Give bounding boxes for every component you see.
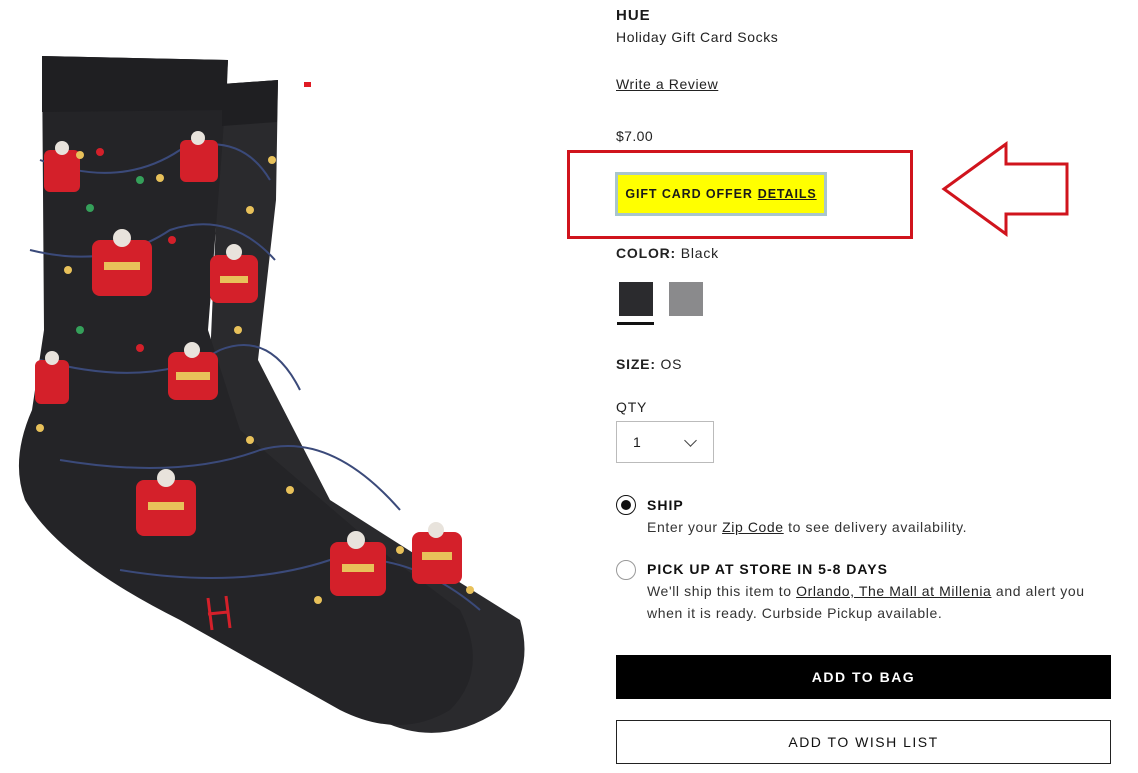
decorative-marker bbox=[304, 82, 311, 87]
swatch-black[interactable] bbox=[619, 282, 653, 316]
qty-label: QTY bbox=[616, 399, 648, 415]
product-image bbox=[18, 56, 525, 733]
write-review-link[interactable]: Write a Review bbox=[616, 76, 718, 92]
size-value: OS bbox=[660, 356, 683, 372]
swatch-gray[interactable] bbox=[669, 282, 703, 316]
add-to-bag-button[interactable]: ADD TO BAG bbox=[616, 655, 1111, 699]
gift-card-offer-badge: GIFT CARD OFFER DETAILS bbox=[615, 172, 827, 216]
annotation-arrow-icon bbox=[941, 141, 1069, 237]
ship-option-title: SHIP bbox=[647, 497, 684, 513]
pickup-option-text: We'll ship this item to Orlando, The Mal… bbox=[647, 583, 1085, 621]
size-label: SIZE: bbox=[616, 356, 656, 372]
pickup-radio[interactable] bbox=[616, 560, 636, 580]
offer-details-link[interactable]: DETAILS bbox=[758, 187, 817, 201]
offer-label: GIFT CARD OFFER bbox=[625, 187, 753, 201]
product-price: $7.00 bbox=[616, 128, 654, 144]
size-row: SIZE: OS bbox=[616, 356, 682, 372]
product-name: Holiday Gift Card Socks bbox=[616, 29, 779, 45]
qty-value: 1 bbox=[633, 434, 641, 450]
color-row: COLOR: Black bbox=[616, 245, 719, 261]
color-selected: Black bbox=[680, 245, 719, 261]
brand-name: HUE bbox=[616, 7, 651, 24]
ship-option-text: Enter your Zip Code to see delivery avai… bbox=[647, 519, 968, 535]
add-to-wish-list-button[interactable]: ADD TO WISH LIST bbox=[616, 720, 1111, 764]
pickup-option-title: PICK UP AT STORE IN 5-8 DAYS bbox=[647, 561, 888, 577]
selected-swatch-indicator bbox=[617, 322, 654, 325]
color-label: COLOR: bbox=[616, 245, 677, 261]
zip-code-link[interactable]: Zip Code bbox=[722, 519, 784, 535]
qty-select[interactable]: 1 bbox=[616, 421, 714, 463]
ship-radio[interactable] bbox=[616, 495, 636, 515]
store-link[interactable]: Orlando, The Mall at Millenia bbox=[796, 583, 991, 599]
